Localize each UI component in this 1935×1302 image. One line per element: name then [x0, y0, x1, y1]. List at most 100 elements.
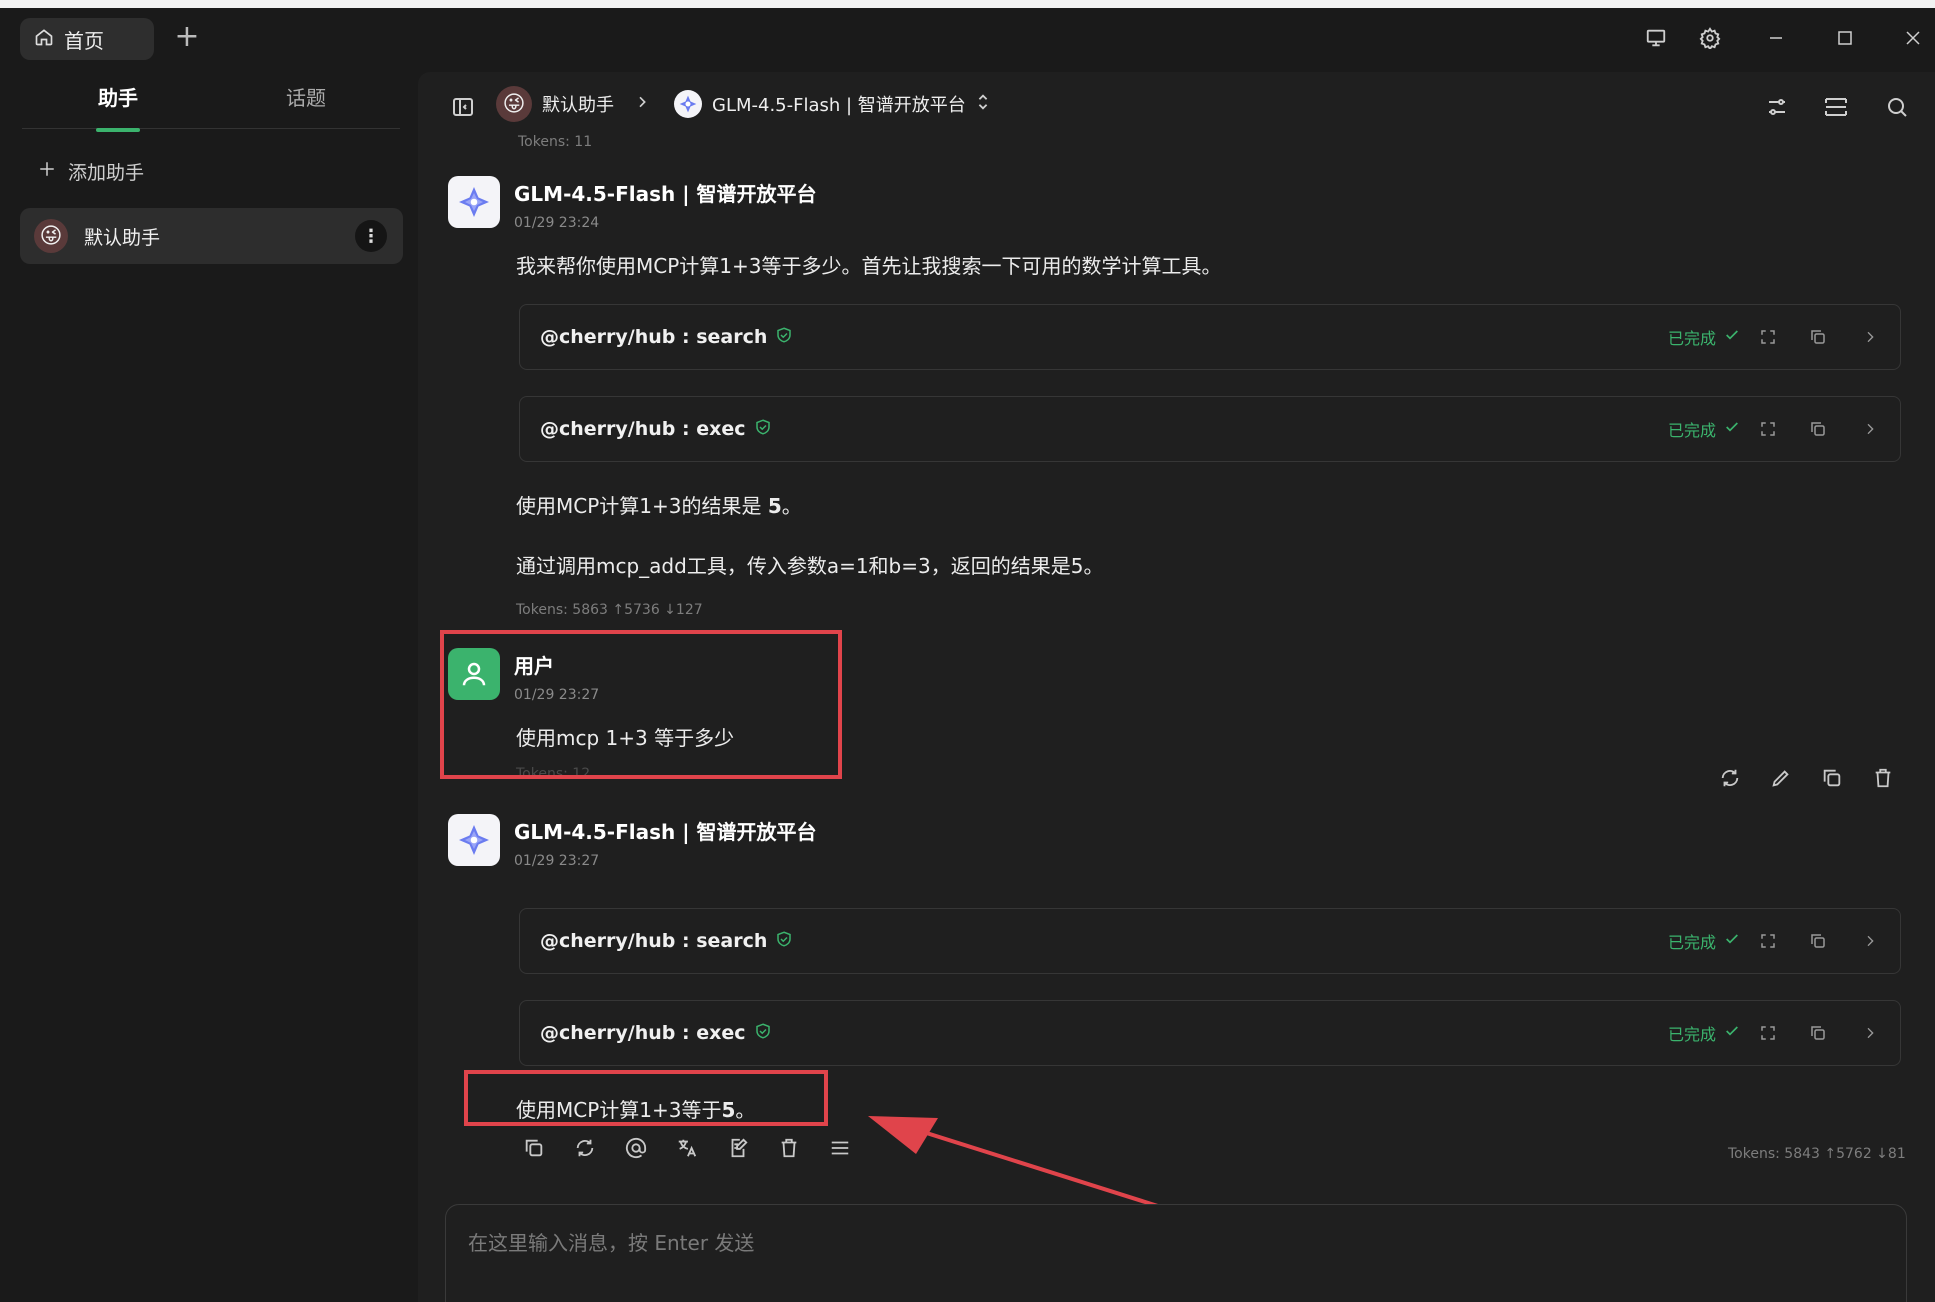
glm-logo-icon [674, 90, 702, 118]
translate-icon[interactable] [673, 1134, 701, 1162]
copy-icon[interactable] [1806, 929, 1830, 953]
display-icon[interactable] [1640, 22, 1672, 54]
regenerate-icon[interactable] [571, 1134, 599, 1162]
model-selector[interactable]: GLM-4.5-Flash | 智谱开放平台 [712, 91, 966, 117]
shield-check-icon [775, 326, 793, 349]
close-icon[interactable] [1897, 22, 1929, 54]
chevron-right-icon[interactable] [1858, 1021, 1882, 1045]
tool-call-label: @cherry/hub : search [540, 930, 793, 953]
plus-icon [38, 160, 56, 183]
token-count: Tokens: 5863 ↑5736 ↓127 [516, 602, 703, 618]
result-prefix: 使用MCP计算1+3的结果是 [516, 494, 768, 518]
tab-assistants[interactable]: 助手 [80, 82, 156, 122]
trash-icon[interactable] [1869, 764, 1897, 792]
tool-name: @cherry/hub : exec [540, 418, 746, 440]
active-tab-indicator [96, 128, 140, 132]
assistant-avatar-small: 😜 [496, 86, 532, 122]
chat-panel: 😜 默认助手 GLM-4.5-Flash | 智谱开放平台 Tokens: 11… [418, 72, 1935, 1302]
regenerate-icon[interactable] [1716, 764, 1744, 792]
copy-icon[interactable] [1806, 325, 1830, 349]
highlight-box [464, 1070, 828, 1126]
tool-name: @cherry/hub : exec [540, 1022, 746, 1044]
shield-check-icon [775, 930, 793, 953]
chevron-right-icon [634, 94, 650, 115]
result-suffix: 。 [781, 494, 802, 518]
shield-check-icon [754, 1022, 772, 1045]
copy-icon[interactable] [1806, 417, 1830, 441]
check-icon [1724, 1023, 1740, 1043]
tool-name: @cherry/hub : search [540, 930, 768, 952]
home-icon [34, 27, 54, 52]
layout-icon[interactable] [1819, 90, 1853, 124]
tool-call-label: @cherry/hub : search [540, 326, 793, 349]
copy-icon[interactable] [1806, 1021, 1830, 1045]
breadcrumb-assistant[interactable]: 默认助手 [542, 91, 614, 117]
message-sender: GLM-4.5-Flash | 智谱开放平台 [514, 820, 817, 844]
expand-icon[interactable] [1756, 325, 1780, 349]
check-icon [1724, 419, 1740, 439]
trash-icon[interactable] [775, 1134, 803, 1162]
message-time: 01/29 23:27 [514, 853, 600, 869]
toggle-sidebar-icon[interactable] [446, 90, 480, 124]
assistant-name: 默认助手 [84, 226, 161, 249]
tool-call-card[interactable]: @cherry/hub : exec 已完成 [519, 396, 1901, 462]
assistant-message-header: GLM-4.5-Flash | 智谱开放平台 01/29 23:27 [448, 814, 816, 869]
shield-check-icon [754, 418, 772, 441]
tool-call-card[interactable]: @cherry/hub : exec 已完成 [519, 1000, 1901, 1066]
tool-call-card[interactable]: @cherry/hub : search 已完成 [519, 908, 1901, 974]
check-icon [1724, 931, 1740, 951]
chevron-right-icon[interactable] [1858, 417, 1882, 441]
chevron-right-icon[interactable] [1858, 929, 1882, 953]
message-text: 我来帮你使用MCP计算1+3等于多少。首先让我搜索一下可用的数学计算工具。 [516, 254, 1222, 278]
tool-call-label: @cherry/hub : exec [540, 418, 772, 441]
tool-name: @cherry/hub : search [540, 326, 768, 348]
window-top-edge [0, 0, 1935, 8]
message-result: 使用MCP计算1+3的结果是 5。 [516, 490, 802, 519]
tab-topics[interactable]: 话题 [268, 82, 344, 122]
message-sender: GLM-4.5-Flash | 智谱开放平台 [514, 182, 817, 206]
search-icon[interactable] [1880, 90, 1914, 124]
tool-status: 已完成 [1668, 325, 1740, 349]
mention-at-icon[interactable] [622, 1134, 650, 1162]
message-time: 01/29 23:24 [514, 215, 600, 231]
copy-icon[interactable] [1818, 764, 1846, 792]
chat-header: 😜 默认助手 GLM-4.5-Flash | 智谱开放平台 [418, 72, 1935, 142]
note-edit-icon[interactable] [724, 1134, 752, 1162]
more-options-icon[interactable]: ⋮ [355, 220, 387, 252]
glm-avatar-icon [448, 176, 500, 228]
status-label: 已完成 [1667, 329, 1716, 348]
tool-call-label: @cherry/hub : exec [540, 1022, 772, 1045]
sidebar-tab-divider [22, 128, 400, 129]
chevron-updown-icon[interactable] [976, 93, 990, 116]
glm-avatar-icon [448, 814, 500, 866]
expand-icon[interactable] [1756, 1021, 1780, 1045]
edit-pencil-icon[interactable] [1767, 764, 1795, 792]
assistant-avatar: 😜 [34, 219, 68, 253]
sidebar-item-default-assistant[interactable]: 😜 默认助手 ⋮ [20, 208, 403, 264]
settings-gear-icon[interactable] [1694, 22, 1726, 54]
app-window: 首页 + 助手 话题 添加助手 😜 默认助手 ⋮ 😜 默认助手 GLM-4.5-… [0, 0, 1935, 1302]
expand-icon[interactable] [1756, 929, 1780, 953]
minimize-icon[interactable] [1760, 22, 1792, 54]
tool-status: 已完成 [1668, 929, 1740, 953]
status-label: 已完成 [1667, 1025, 1716, 1044]
token-count: Tokens: 5843 ↑5762 ↓81 [1728, 1146, 1906, 1162]
tool-status: 已完成 [1668, 417, 1740, 441]
expand-icon[interactable] [1756, 417, 1780, 441]
input-placeholder: 在这里输入消息，按 Enter 发送 [468, 1231, 755, 1255]
chevron-right-icon[interactable] [1858, 325, 1882, 349]
status-label: 已完成 [1667, 933, 1716, 952]
add-assistant-button[interactable]: 添加助手 [38, 158, 144, 185]
tool-status: 已完成 [1668, 1021, 1740, 1045]
copy-icon[interactable] [520, 1134, 548, 1162]
tool-call-card[interactable]: @cherry/hub : search 已完成 [519, 304, 1901, 370]
sliders-icon[interactable] [1760, 90, 1794, 124]
tab-home[interactable]: 首页 [20, 18, 154, 60]
add-tab-button[interactable]: + [172, 22, 202, 52]
assistant-message-header: GLM-4.5-Flash | 智谱开放平台 01/29 23:24 [448, 176, 816, 231]
check-icon [1724, 327, 1740, 347]
maximize-icon[interactable] [1829, 22, 1861, 54]
menu-icon[interactable] [826, 1134, 854, 1162]
message-input[interactable]: 在这里输入消息，按 Enter 发送 [445, 1204, 1907, 1302]
add-assistant-label: 添加助手 [68, 162, 145, 184]
